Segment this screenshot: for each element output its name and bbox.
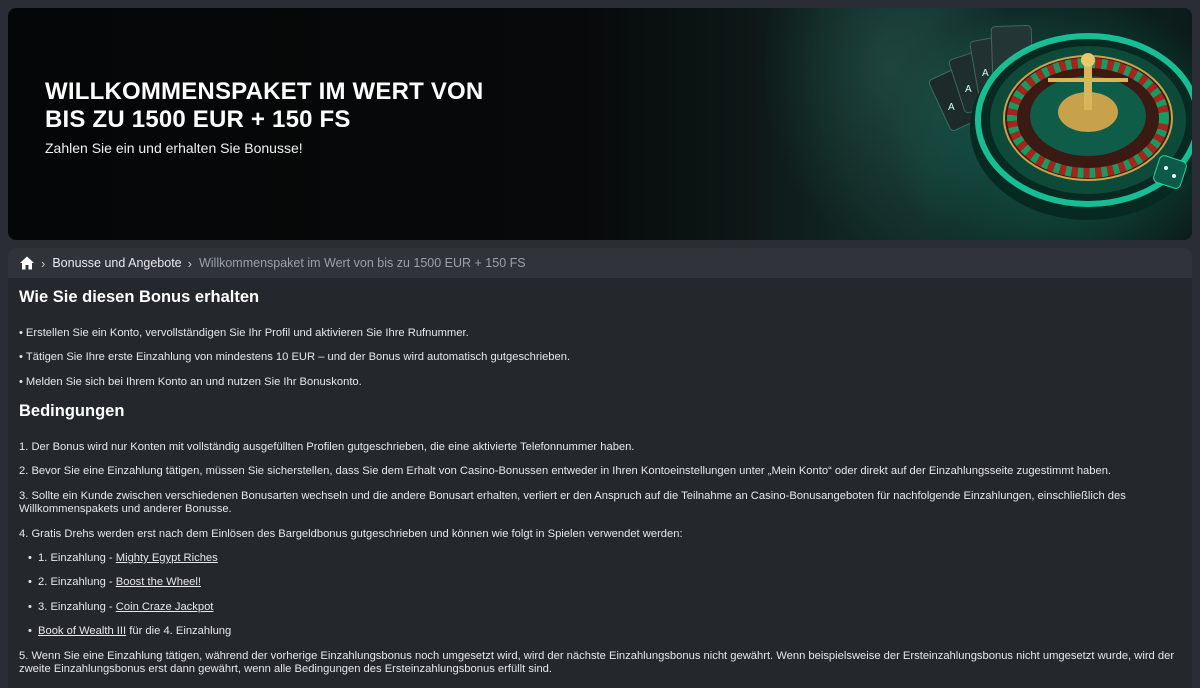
chevron-right-icon: › <box>187 255 192 271</box>
how-to-get-heading: Wie Sie diesen Bonus erhalten <box>19 288 260 306</box>
svg-text:A: A <box>965 84 972 95</box>
svg-text:A: A <box>948 102 955 113</box>
chevron-right-icon: › <box>41 255 46 271</box>
condition-item-continued: Willkommenspakets und anderer Bonusse. <box>19 503 232 515</box>
svg-text:A: A <box>982 68 989 79</box>
roulette-wheel-image: A A A <box>928 24 1192 220</box>
banner-title: WILLKOMMENSPAKET IM WERT VON BIS ZU 1500… <box>45 78 484 133</box>
condition-item: 5. Wenn Sie eine Einzahlung tätigen, wäh… <box>19 650 1175 662</box>
step-item: Melden Sie sich bei Ihrem Konto an und n… <box>19 376 362 390</box>
home-icon[interactable] <box>19 255 35 271</box>
free-spins-item: 2. Einzahlung - Boost the Wheel! <box>28 576 201 590</box>
condition-item: 1. Der Bonus wird nur Konten mit vollstä… <box>19 441 635 453</box>
breadcrumb-bonuses-link[interactable]: Bonusse und Angebote <box>52 256 181 270</box>
condition-item: 3. Sollte ein Kunde zwischen verschieden… <box>19 490 1126 502</box>
conditions-heading: Bedingungen <box>19 402 125 420</box>
condition-item-continued: zweite Einzahlungsbonus erst dann gewähr… <box>19 663 552 675</box>
game-link-coin-craze-jackpot[interactable]: Coin Craze Jackpot <box>116 601 214 613</box>
condition-item: 2. Bevor Sie eine Einzahlung tätigen, mü… <box>19 465 1112 477</box>
game-link-book-of-wealth-iii[interactable]: Book of Wealth III <box>38 625 126 637</box>
free-spins-item: 1. Einzahlung - Mighty Egypt Riches <box>28 552 218 566</box>
free-spins-item: 3. Einzahlung - Coin Craze Jackpot <box>28 601 213 615</box>
game-link-boost-the-wheel[interactable]: Boost the Wheel! <box>116 576 201 588</box>
game-link-mighty-egypt-riches[interactable]: Mighty Egypt Riches <box>116 552 218 564</box>
content-panel: › Bonusse und Angebote › Willkommenspake… <box>8 248 1192 688</box>
banner-subtitle: Zahlen Sie ein und erhalten Sie Bonusse! <box>45 140 303 156</box>
condition-item: 4. Gratis Drehs werden erst nach dem Ein… <box>19 528 683 540</box>
step-item: Tätigen Sie Ihre erste Einzahlung von mi… <box>19 351 570 365</box>
free-spins-item: Book of Wealth III für die 4. Einzahlung <box>28 625 231 639</box>
breadcrumb: › Bonusse und Angebote › Willkommenspake… <box>8 248 1192 278</box>
breadcrumb-current: Willkommenspaket im Wert von bis zu 1500… <box>198 256 526 270</box>
promo-banner: WILLKOMMENSPAKET IM WERT VON BIS ZU 1500… <box>8 8 1192 240</box>
step-item: Erstellen Sie ein Konto, vervollständige… <box>19 327 469 341</box>
